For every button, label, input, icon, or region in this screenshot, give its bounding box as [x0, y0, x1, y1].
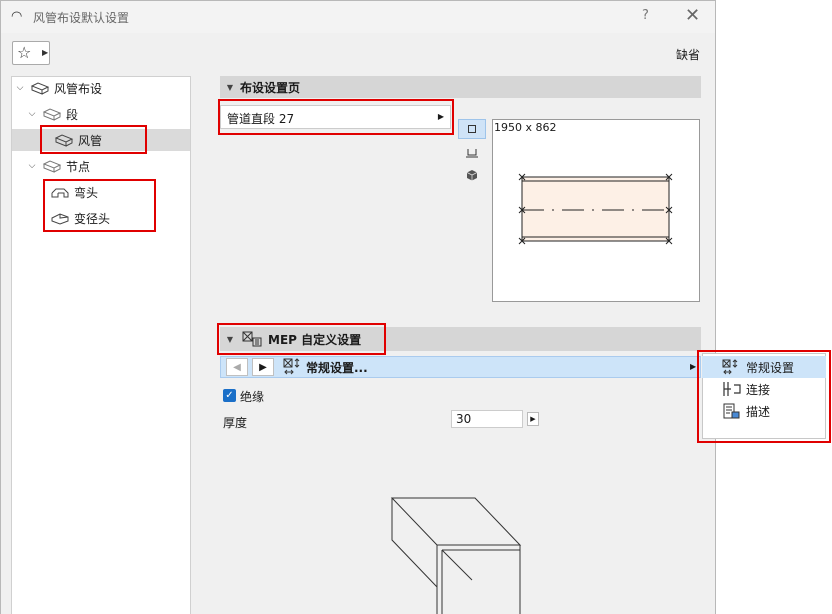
menu-item-general-settings[interactable]: 常规设置: [702, 356, 826, 378]
segment-dropdown[interactable]: 管道直段 27 ▶: [220, 105, 451, 129]
next-page-button[interactable]: ▶: [252, 358, 274, 376]
app-icon: ◠: [11, 9, 23, 24]
3d-view-button[interactable]: [458, 165, 486, 185]
mep-section-header[interactable]: ▼ MEP 自定义设置: [220, 327, 701, 351]
menu-item-connection[interactable]: 连接: [702, 378, 826, 400]
segment-icon: [42, 108, 62, 121]
tree-item-node[interactable]: ⌵ 节点: [26, 155, 90, 177]
transition-icon: [51, 213, 69, 225]
default-label: 缺省: [676, 48, 701, 62]
section-view-button[interactable]: [458, 143, 486, 163]
prev-page-button[interactable]: ◀: [226, 358, 248, 376]
menu-item-description[interactable]: 描述: [702, 400, 826, 422]
cube-icon: [466, 170, 478, 181]
tree-item-label: 风管: [78, 133, 103, 148]
chevron-right-icon: ▶: [259, 361, 267, 373]
section-title: MEP 自定义设置: [268, 332, 362, 347]
close-button[interactable]: ✕: [685, 5, 700, 26]
tree-item-elbow[interactable]: 弯头: [46, 181, 98, 203]
duct-plan-preview: [518, 173, 673, 245]
connection-icon: [723, 382, 741, 396]
help-button[interactable]: ?: [642, 8, 649, 23]
thickness-input[interactable]: 30: [451, 410, 523, 428]
section-view-icon: [466, 149, 478, 158]
chevron-right-icon: ▶: [690, 362, 697, 371]
collapse-triangle-icon[interactable]: ▼: [220, 83, 240, 92]
title-bar: ◠ 风管布设默认设置 ? ✕: [1, 1, 715, 33]
tree-item-duct[interactable]: 风管: [12, 129, 190, 151]
insulation-label: 绝缘: [240, 390, 265, 404]
tree-item-label: 节点: [66, 159, 91, 174]
section-title: 布设设置页: [240, 80, 301, 95]
tree-item-transition[interactable]: 变径头: [46, 207, 110, 229]
collapse-triangle-icon[interactable]: ▼: [220, 335, 240, 344]
routing-section-header[interactable]: ▼ 布设设置页: [220, 76, 701, 98]
elbow-icon: [51, 188, 69, 198]
thickness-label: 厚度: [223, 416, 248, 430]
star-icon: ☆: [17, 43, 32, 62]
duct-routing-icon: [30, 82, 50, 95]
duct-icon: [54, 134, 74, 147]
current-page-label: 常规设置...: [306, 361, 368, 375]
tree-item-label: 风管布设: [54, 81, 103, 96]
tree-item-label: 段: [66, 107, 79, 122]
window-title: 风管布设默认设置: [33, 11, 130, 25]
chevron-down-icon[interactable]: ⌵: [26, 109, 38, 119]
node-icon: [42, 160, 62, 173]
general-settings-icon: [283, 358, 300, 375]
mep-settings-icon: [242, 331, 262, 347]
tree-item-segment[interactable]: ⌵ 段: [26, 103, 78, 125]
tree-divider: [192, 76, 206, 614]
chevron-left-icon: ◀: [233, 361, 241, 373]
description-icon: [723, 403, 740, 419]
menu-item-label: 连接: [746, 382, 771, 397]
duct-3d-preview: [390, 497, 522, 614]
chevron-right-icon: ▶: [42, 48, 49, 57]
chevron-down-icon[interactable]: ⌵: [14, 83, 26, 93]
tree-item-label: 弯头: [74, 185, 99, 200]
chevron-down-icon[interactable]: ⌵: [26, 161, 38, 171]
general-settings-icon: [722, 359, 738, 375]
tree-item-duct-routing[interactable]: ⌵ 风管布设: [14, 77, 102, 99]
plan-view-icon: [468, 125, 476, 133]
favorites-button[interactable]: ☆ ▶: [12, 41, 50, 65]
thickness-stepper[interactable]: ▶: [527, 412, 539, 426]
segment-dropdown-value: 管道直段 27: [227, 112, 295, 126]
tree-item-label: 变径头: [74, 211, 111, 226]
chevron-right-icon: ▶: [437, 112, 444, 121]
menu-item-label: 描述: [746, 404, 771, 419]
menu-item-label: 常规设置: [746, 360, 795, 375]
insulation-checkbox[interactable]: ✓: [223, 389, 236, 402]
plan-view-button[interactable]: [458, 119, 486, 139]
